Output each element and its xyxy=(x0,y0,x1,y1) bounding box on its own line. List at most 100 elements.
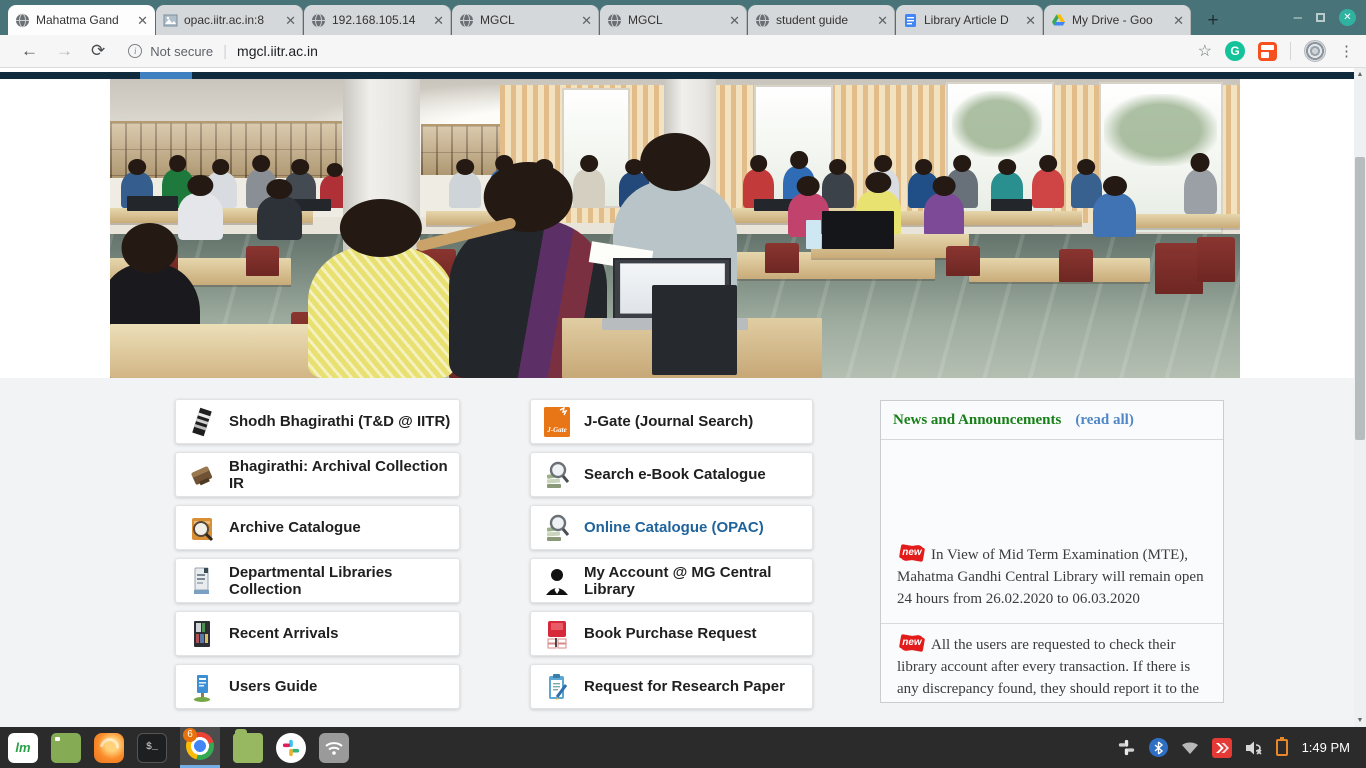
address-bar[interactable]: i Not secure | mgcl.iitr.ac.in xyxy=(128,43,1197,60)
browser-tab-bar: Mahatma Gand ✕ opac.iitr.ac.in:8 ✕ 192.1… xyxy=(0,0,1366,35)
tab-mgcl-2[interactable]: MGCL ✕ xyxy=(600,5,747,35)
news-item[interactable]: newAll the users are requested to check … xyxy=(881,623,1223,703)
link-departmental-libraries[interactable]: Departmental Libraries Collection xyxy=(175,558,460,603)
tab-library-article[interactable]: Library Article D ✕ xyxy=(896,5,1043,35)
link-book-purchase-request[interactable]: Book Purchase Request xyxy=(530,611,813,656)
grammarly-extension-icon[interactable]: G xyxy=(1225,41,1245,61)
profile-avatar[interactable] xyxy=(1304,40,1326,62)
tab-close-icon[interactable]: ✕ xyxy=(433,14,444,27)
show-desktop-button[interactable] xyxy=(51,733,81,763)
tab-title: Mahatma Gand xyxy=(36,13,131,27)
firefox-launcher[interactable] xyxy=(94,733,124,763)
network-app-launcher[interactable] xyxy=(319,733,349,763)
tab-close-icon[interactable]: ✕ xyxy=(729,14,740,27)
tab-ip-address[interactable]: 192.168.105.14 ✕ xyxy=(304,5,451,35)
bluetooth-icon[interactable] xyxy=(1149,738,1168,757)
url-text[interactable]: mgcl.iitr.ac.in xyxy=(237,43,318,59)
kiosk-icon xyxy=(189,566,215,596)
news-item[interactable]: newIn View of Mid Term Examination (MTE)… xyxy=(881,534,1223,623)
page-content: Shodh Bhagirathi (T&D @ IITR) Bhagirathi… xyxy=(0,378,1354,727)
tab-title: My Drive - Goo xyxy=(1072,13,1167,27)
scroll-up-arrow[interactable]: ▲ xyxy=(1354,68,1366,81)
new-tab-button[interactable]: + xyxy=(1198,7,1228,35)
file-manager-launcher[interactable] xyxy=(233,733,263,763)
link-label: Bhagirathi: Archival Collection IR xyxy=(229,458,459,492)
link-online-catalogue-opac[interactable]: Online Catalogue (OPAC) xyxy=(530,505,813,550)
battery-icon[interactable] xyxy=(1276,739,1288,756)
image-placeholder-icon xyxy=(163,13,178,28)
red-book-icon xyxy=(544,619,570,649)
scroll-down-arrow[interactable]: ▼ xyxy=(1354,714,1366,727)
scrollbar-thumb[interactable] xyxy=(1355,157,1365,440)
tab-mahatma-gandhi[interactable]: Mahatma Gand ✕ xyxy=(8,5,155,35)
search-books-icon xyxy=(544,460,570,490)
globe-icon xyxy=(459,13,474,28)
browser-toolbar: ← → ⟳ i Not secure | mgcl.iitr.ac.in ☆ G… xyxy=(0,35,1366,68)
tab-close-icon[interactable]: ✕ xyxy=(1025,14,1036,27)
security-label[interactable]: Not secure xyxy=(150,44,213,59)
window-close-button[interactable]: ✕ xyxy=(1339,9,1356,26)
link-label: Recent Arrivals xyxy=(229,625,339,642)
volume-muted-icon[interactable] xyxy=(1244,738,1264,758)
archival-book-icon xyxy=(189,460,215,490)
browser-menu-icon[interactable]: ⋮ xyxy=(1339,42,1354,60)
link-label: Online Catalogue (OPAC) xyxy=(584,519,764,536)
link-label: Request for Research Paper xyxy=(584,678,785,695)
clipboard-pencil-icon xyxy=(544,672,570,702)
link-label: My Account @ MG Central Library xyxy=(584,564,812,598)
window-maximize-button[interactable] xyxy=(1316,13,1325,22)
orange-grid-extension-icon[interactable] xyxy=(1258,42,1277,61)
link-recent-arrivals[interactable]: Recent Arrivals xyxy=(175,611,460,656)
forward-button[interactable]: → xyxy=(56,41,73,61)
anydesk-icon[interactable] xyxy=(1212,738,1232,758)
tab-my-drive[interactable]: My Drive - Goo ✕ xyxy=(1044,5,1191,35)
back-button[interactable]: ← xyxy=(21,41,38,61)
tab-mgcl-1[interactable]: MGCL ✕ xyxy=(452,5,599,35)
link-archive-catalogue[interactable]: Archive Catalogue xyxy=(175,505,460,550)
library-photo xyxy=(110,79,1240,378)
slack-tray-icon[interactable] xyxy=(1117,738,1137,758)
reload-button[interactable]: ⟳ xyxy=(91,41,105,61)
desktop-screen: Mahatma Gand ✕ opac.iitr.ac.in:8 ✕ 192.1… xyxy=(0,0,1366,768)
chrome-launcher-active[interactable]: 6 xyxy=(180,727,220,768)
link-bhagirathi-archival[interactable]: Bhagirathi: Archival Collection IR xyxy=(175,452,460,497)
link-search-ebook-catalogue[interactable]: Search e-Book Catalogue xyxy=(530,452,813,497)
link-shodh-bhagirathi[interactable]: Shodh Bhagirathi (T&D @ IITR) xyxy=(175,399,460,444)
link-jgate[interactable]: J-Gate J-Gate (Journal Search) xyxy=(530,399,813,444)
globe-icon xyxy=(755,13,770,28)
news-read-all-link[interactable]: (read all) xyxy=(1075,412,1133,429)
link-users-guide[interactable]: Users Guide xyxy=(175,664,460,709)
news-panel: News and Announcements (read all) newIn … xyxy=(880,400,1224,703)
site-navbar[interactable] xyxy=(0,72,1354,79)
tab-close-icon[interactable]: ✕ xyxy=(137,14,148,27)
search-books-icon xyxy=(544,513,570,543)
link-request-research-paper[interactable]: Request for Research Paper xyxy=(530,664,813,709)
page-scrollbar[interactable]: ▲ ▼ xyxy=(1354,68,1366,727)
window-minimize-button[interactable]: – xyxy=(1294,9,1302,26)
jgate-icon: J-Gate xyxy=(544,407,570,437)
tab-opac[interactable]: opac.iitr.ac.in:8 ✕ xyxy=(156,5,303,35)
tab-close-icon[interactable]: ✕ xyxy=(581,14,592,27)
link-label: Shodh Bhagirathi (T&D @ IITR) xyxy=(229,413,450,430)
book-stack-icon xyxy=(189,407,215,437)
info-icon[interactable]: i xyxy=(128,44,142,58)
site-navbar-active-item[interactable] xyxy=(140,72,192,79)
tab-student-guide[interactable]: student guide ✕ xyxy=(748,5,895,35)
news-list[interactable]: newIn View of Mid Term Examination (MTE)… xyxy=(881,440,1223,703)
tab-close-icon[interactable]: ✕ xyxy=(1173,14,1184,27)
news-item-text: In View of Mid Term Examination (MTE), M… xyxy=(897,547,1204,607)
link-my-account[interactable]: My Account @ MG Central Library xyxy=(530,558,813,603)
tab-title: Library Article D xyxy=(924,13,1019,27)
slack-launcher[interactable] xyxy=(276,733,306,763)
taskbar-clock[interactable]: 1:49 PM xyxy=(1302,740,1350,755)
terminal-launcher[interactable]: $_ xyxy=(137,733,167,763)
mint-menu-button[interactable]: lm xyxy=(8,733,38,763)
tab-close-icon[interactable]: ✕ xyxy=(877,14,888,27)
wifi-icon[interactable] xyxy=(1180,738,1200,758)
tab-close-icon[interactable]: ✕ xyxy=(285,14,296,27)
bookmark-star-icon[interactable]: ☆ xyxy=(1198,41,1212,61)
folder-search-icon xyxy=(189,513,215,543)
globe-icon xyxy=(311,13,326,28)
link-label: Book Purchase Request xyxy=(584,625,757,642)
link-label: J-Gate (Journal Search) xyxy=(584,413,753,430)
